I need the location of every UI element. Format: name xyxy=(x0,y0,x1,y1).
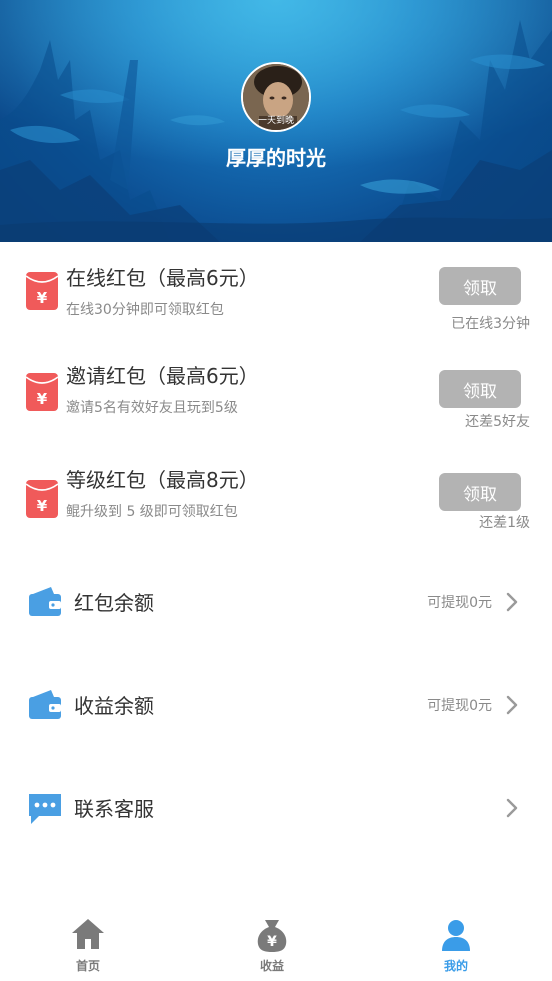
tab-mine[interactable]: 我的 xyxy=(396,905,516,981)
tab-label: 我的 xyxy=(443,959,468,973)
home-icon xyxy=(72,919,104,949)
red-packet-title: 邀请红包（最高6元） xyxy=(66,364,259,388)
red-packet-status: 已在线3分钟 xyxy=(451,316,530,332)
withdrawable-amount: 可提现0元 xyxy=(427,595,492,611)
red-packet-subtitle: 在线30分钟即可领取红包 xyxy=(66,302,224,318)
red-envelope-icon: ¥ xyxy=(26,272,58,310)
avatar[interactable]: 一天到晚 xyxy=(241,62,311,132)
menu-label: 联系客服 xyxy=(74,797,154,821)
red-envelope-icon: ¥ xyxy=(26,373,58,411)
menu-red-packet-balance[interactable]: 红包余额 可提现0元 xyxy=(0,572,552,632)
red-packet-subtitle: 鲲升级到 5 级即可领取红包 xyxy=(66,504,238,520)
tab-label: 首页 xyxy=(75,959,100,973)
username: 厚厚的时光 xyxy=(226,146,326,170)
red-packet-title: 在线红包（最高6元） xyxy=(66,266,259,290)
red-envelope-icon: ¥ xyxy=(26,480,58,518)
menu-label: 红包余额 xyxy=(74,591,154,615)
red-packet-online: ¥ 在线红包（最高6元） 在线30分钟即可领取红包 领取 已在线3分钟 xyxy=(0,262,552,362)
claim-button[interactable]: 领取 xyxy=(439,473,521,511)
red-packet-title: 等级红包（最高8元） xyxy=(66,468,259,492)
chevron-right-icon xyxy=(506,798,518,818)
chat-icon xyxy=(29,794,61,824)
wallet-icon xyxy=(29,587,61,616)
svg-text:¥: ¥ xyxy=(37,497,48,515)
red-packet-status: 还差5好友 xyxy=(465,414,530,430)
svg-text:¥: ¥ xyxy=(37,390,48,408)
menu-earnings-balance[interactable]: 收益余额 可提现0元 xyxy=(0,675,552,735)
claim-button[interactable]: 领取 xyxy=(439,370,521,408)
claim-button[interactable]: 领取 xyxy=(439,267,521,305)
menu-customer-service[interactable]: 联系客服 xyxy=(0,778,552,838)
wallet-icon xyxy=(29,690,61,719)
tab-label: 收益 xyxy=(259,959,284,973)
red-packet-status: 还差1级 xyxy=(479,515,530,531)
avatar-caption: 一天到晚 xyxy=(257,116,294,126)
menu-label: 收益余额 xyxy=(74,694,154,718)
svg-text:¥: ¥ xyxy=(267,934,277,950)
money-bag-icon: ¥ xyxy=(257,920,287,952)
withdrawable-amount: 可提现0元 xyxy=(427,698,492,714)
tab-earnings[interactable]: ¥ 收益 xyxy=(212,905,332,981)
red-packet-level: ¥ 等级红包（最高8元） 鲲升级到 5 级即可领取红包 领取 还差1级 xyxy=(0,464,552,564)
profile-header: 一天到晚 厚厚的时光 xyxy=(0,0,552,242)
chevron-right-icon xyxy=(506,592,518,612)
svg-text:¥: ¥ xyxy=(37,289,48,307)
user-icon xyxy=(442,920,470,951)
red-packet-invite: ¥ 邀请红包（最高6元） 邀请5名有效好友且玩到5级 领取 还差5好友 xyxy=(0,360,552,460)
chevron-right-icon xyxy=(506,695,518,715)
tab-home[interactable]: 首页 xyxy=(28,905,148,981)
bottom-tab-bar: 首页 ¥ 收益 我的 xyxy=(0,905,552,981)
red-packet-subtitle: 邀请5名有效好友且玩到5级 xyxy=(66,400,238,416)
